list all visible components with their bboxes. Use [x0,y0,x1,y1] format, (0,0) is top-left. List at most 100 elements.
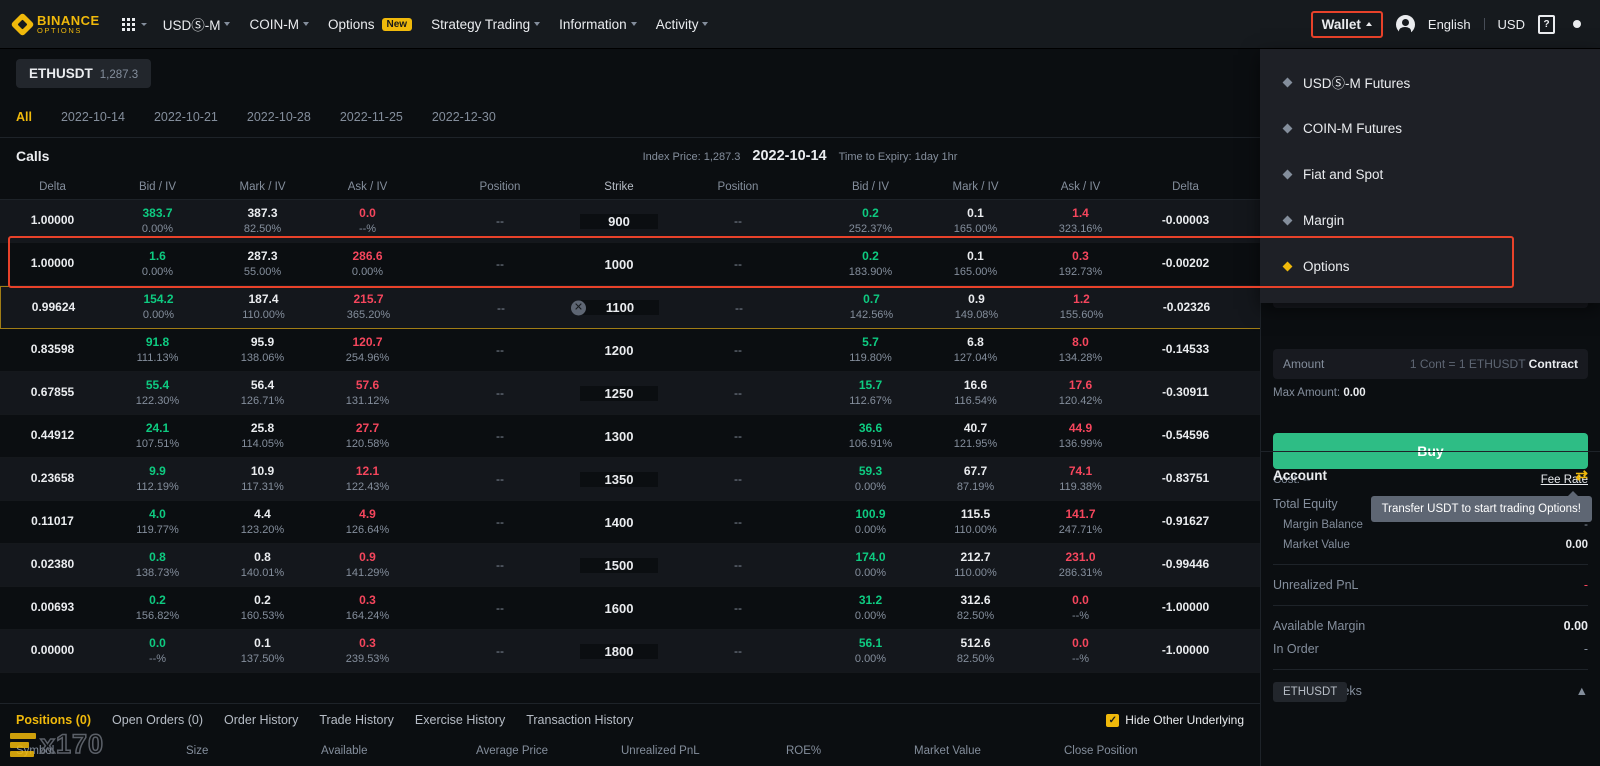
put-ask-iv-value: 323.16% [1058,222,1103,235]
date-tab-2022-10-21[interactable]: 2022-10-21 [154,110,218,124]
put-bid-iv-value: 112.67% [849,394,892,407]
hide-other-underlying-label: Hide Other Underlying [1125,713,1244,727]
call-bid-iv-value: 0.00% [141,265,174,278]
wallet-button[interactable]: Wallet [1310,10,1383,38]
call-delta: 0.00693 [30,600,75,615]
put-mark-iv: 212.7 110.00% [923,550,1028,579]
date-tab-all[interactable]: All [16,110,32,124]
binance-options-app: BINANCE OPTIONS USDⓈ-M COIN-M Options Ne… [0,0,1600,766]
transfer-tooltip: Transfer USDT to start trading Options! [1370,491,1592,522]
user-avatar-icon[interactable] [1395,14,1415,35]
call-delta: 0.00000 [30,643,75,658]
hide-other-underlying-toggle[interactable]: ✓ Hide Other Underlying [1106,713,1244,727]
download-app-icon[interactable]: ? [1538,14,1555,34]
call-ask-iv-value: 254.96% [345,351,390,364]
wallet-menu-item-coin-m-futures[interactable]: COIN-M Futures [1260,105,1600,151]
nav-item-coin-m[interactable]: COIN-M [249,17,309,32]
nav-right-group: Wallet English USD ? [1310,10,1586,38]
put-mark: 16.6 [963,377,988,392]
theme-toggle-icon[interactable] [1568,15,1586,33]
call-mark: 56.4 [250,377,275,392]
amount-input[interactable]: Amount 1 Cont = 1 ETHUSDT Contract [1273,349,1588,379]
put-ask-iv-value: 192.73% [1058,265,1103,278]
tab-order-history[interactable]: Order History [224,713,298,727]
language-selector[interactable]: English [1428,17,1471,32]
call-mark-iv-value: 55.00% [243,265,282,278]
call-bid-iv-value: 0.00% [141,222,174,235]
calls-label: Calls [16,148,50,164]
call-position: -- [496,558,504,572]
put-mark-iv-value: 110.00% [954,523,997,536]
positions-table-header: Symbol Size Available Average Price Unre… [0,736,1260,766]
currency-selector[interactable]: USD [1498,17,1525,32]
label-available-margin: Available Margin [1273,619,1366,633]
col-call-ask-iv: Ask / IV [347,180,388,193]
tab-exercise-history[interactable]: Exercise History [415,713,505,727]
account-transfer-icon[interactable]: ⇄ [1575,466,1588,484]
call-bid-iv-value: 119.77% [136,523,179,536]
put-bid-iv: 100.9 0.00% [818,507,923,536]
call-mark-iv-value: 126.71% [240,394,285,407]
value-available-margin: 0.00 [1563,619,1588,633]
amount-label: Amount [1283,357,1325,371]
put-bid-iv-value: 0.00% [854,480,887,493]
put-mark-iv: 0.1 165.00% [923,249,1028,278]
date-tab-2022-10-14[interactable]: 2022-10-14 [61,110,125,124]
call-position: -- [496,429,504,443]
wallet-menu-item-usds-m-futures[interactable]: USDⓈ-M Futures [1260,59,1600,105]
put-bid-iv-value: 0.00% [854,609,887,622]
nav-item-information[interactable]: Information [559,17,637,32]
time-to-expiry-label: Time to Expiry: 1day 1hr [838,151,958,163]
date-tab-2022-11-25[interactable]: 2022-11-25 [340,110,403,124]
put-ask: 231.0 [1065,549,1096,564]
tab-transaction-history[interactable]: Transaction History [526,713,633,727]
tab-trade-history[interactable]: Trade History [319,713,394,727]
wallet-menu-item-margin[interactable]: Margin [1260,197,1600,243]
call-bid: 55.4 [145,377,170,392]
put-bid-iv-value: 106.91% [848,437,893,450]
date-tab-2022-12-30[interactable]: 2022-12-30 [432,110,496,124]
nav-item-usds-m[interactable]: USDⓈ-M [163,14,231,34]
call-delta: 0.11017 [31,514,74,529]
nav-item-strategy-trading[interactable]: Strategy Trading [431,17,541,32]
call-ask: 0.3 [359,635,376,650]
put-ask-iv: 0.0 --% [1028,593,1133,622]
call-bid-iv: 1.6 0.00% [105,249,210,278]
nav-item-options[interactable]: Options New [328,17,413,32]
grid-menu-icon[interactable] [121,17,135,31]
date-tab-2022-10-28[interactable]: 2022-10-28 [247,110,311,124]
call-mark-iv-value: 140.01% [240,566,285,579]
put-delta: -0.00202 [1161,256,1210,271]
put-ask-iv: 17.6 120.42% [1028,378,1133,407]
close-icon[interactable]: ✕ [571,300,586,315]
bottom-tabs: Positions (0) Open Orders (0) Order Hist… [0,704,1260,736]
symbol-price: 1,287.3 [99,68,139,81]
call-ask-iv-value: 0.00% [351,265,384,278]
top-navigation-bar: BINANCE OPTIONS USDⓈ-M COIN-M Options Ne… [0,0,1600,49]
diamond-icon [1282,123,1293,133]
account-header: Account ⇄ [1273,466,1588,484]
put-mark-iv: 16.6 116.54% [923,377,1028,407]
divider [1273,669,1588,670]
call-ask-iv: 57.6 131.12% [315,377,420,407]
put-position: -- [734,472,742,486]
symbol-tab-ethusdt[interactable]: ETHUSDT 1,287.3 [16,58,152,88]
wallet-menu-item-options[interactable]: Options [1260,243,1600,289]
call-position: -- [496,214,504,228]
call-ask: 57.6 [355,377,380,392]
tab-positions[interactable]: Positions (0) [16,713,91,727]
put-bid-iv-value: 183.90% [848,265,893,278]
call-bid-iv: 4.0 119.77% [105,507,210,536]
call-delta: 0.83598 [30,342,75,357]
strike-cell: 1500 [580,557,658,573]
greeks-symbol-pill[interactable]: ETHUSDT [1273,682,1348,702]
put-position: -- [734,257,742,271]
strike-value: 1300 [580,428,658,444]
strike-value: 1000 [580,256,658,272]
binance-options-logo[interactable]: BINANCE OPTIONS [10,11,100,37]
tab-open-orders[interactable]: Open Orders (0) [112,713,203,727]
nav-item-activity[interactable]: Activity [656,17,709,32]
wallet-menu-item-fiat-and-spot[interactable]: Fiat and Spot [1260,151,1600,197]
diamond-icon [1282,215,1293,225]
grid-chevron-down-icon[interactable] [140,22,147,26]
